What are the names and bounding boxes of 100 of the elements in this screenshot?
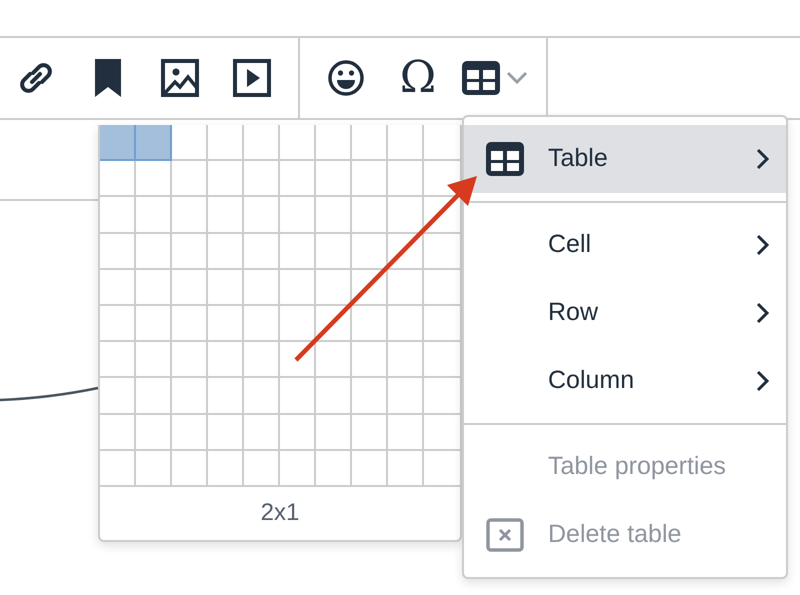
- grid-cell[interactable]: [172, 197, 208, 234]
- grid-cell[interactable]: [244, 234, 280, 270]
- special-character-button[interactable]: Ω: [382, 48, 454, 108]
- grid-cell[interactable]: [424, 306, 460, 342]
- grid-cell[interactable]: [208, 270, 244, 306]
- menu-item[interactable]: Table: [464, 125, 786, 193]
- grid-cell[interactable]: [352, 197, 388, 234]
- grid-cell[interactable]: [136, 161, 172, 198]
- grid-cell[interactable]: [208, 342, 244, 378]
- grid-cell[interactable]: [172, 161, 208, 198]
- grid-cell[interactable]: [172, 125, 208, 162]
- grid-cell[interactable]: [388, 197, 424, 234]
- grid-cell[interactable]: [424, 414, 460, 451]
- grid-cell[interactable]: [208, 306, 244, 342]
- grid-cell[interactable]: [244, 270, 280, 306]
- grid-cell[interactable]: [316, 197, 352, 234]
- menu-item[interactable]: Row: [464, 279, 786, 347]
- grid-cell[interactable]: [388, 342, 424, 378]
- grid-cell[interactable]: [172, 378, 208, 414]
- grid-cell[interactable]: [352, 378, 388, 414]
- grid-cell[interactable]: [136, 306, 172, 342]
- grid-cell[interactable]: [172, 306, 208, 342]
- grid-cell[interactable]: [136, 197, 172, 234]
- grid-cell[interactable]: [244, 414, 280, 451]
- grid-cell[interactable]: [280, 450, 316, 487]
- menu-item[interactable]: Column: [464, 347, 786, 415]
- grid-cell[interactable]: [316, 450, 352, 487]
- grid-cell[interactable]: [388, 306, 424, 342]
- grid-cell[interactable]: [244, 197, 280, 234]
- grid-cell[interactable]: [280, 125, 316, 162]
- grid-cell[interactable]: [280, 161, 316, 198]
- grid-cell[interactable]: [280, 378, 316, 414]
- grid-cell[interactable]: [172, 234, 208, 270]
- grid-cell[interactable]: [280, 342, 316, 378]
- grid-cell[interactable]: [172, 414, 208, 451]
- grid-cell[interactable]: [388, 450, 424, 487]
- grid-cell[interactable]: [244, 161, 280, 198]
- grid-cell[interactable]: [352, 234, 388, 270]
- grid-cell[interactable]: [244, 450, 280, 487]
- grid-cell[interactable]: [244, 378, 280, 414]
- grid-cell[interactable]: [172, 270, 208, 306]
- grid-cell[interactable]: [172, 342, 208, 378]
- grid-cell[interactable]: [424, 125, 460, 162]
- grid-cell[interactable]: [352, 306, 388, 342]
- grid-cell[interactable]: [316, 270, 352, 306]
- grid-cell[interactable]: [424, 161, 460, 198]
- grid-cell[interactable]: [424, 450, 460, 487]
- menu-item[interactable]: Cell: [464, 211, 786, 279]
- grid-cell[interactable]: [424, 378, 460, 414]
- grid-cell[interactable]: [100, 270, 136, 306]
- grid-cell[interactable]: [136, 342, 172, 378]
- grid-cell[interactable]: [424, 270, 460, 306]
- grid-cell[interactable]: [100, 342, 136, 378]
- grid-cell[interactable]: [424, 234, 460, 270]
- grid-cell[interactable]: [388, 378, 424, 414]
- grid-cell[interactable]: [316, 378, 352, 414]
- grid-cell[interactable]: [352, 450, 388, 487]
- grid-cell[interactable]: [100, 161, 136, 198]
- grid-cell[interactable]: [100, 197, 136, 234]
- grid-cell[interactable]: [424, 342, 460, 378]
- grid-cell[interactable]: [388, 125, 424, 162]
- grid-cell[interactable]: [208, 450, 244, 487]
- grid-cell[interactable]: [352, 342, 388, 378]
- grid-cell[interactable]: [316, 414, 352, 451]
- grid-cell[interactable]: [280, 306, 316, 342]
- grid-cell[interactable]: [280, 197, 316, 234]
- grid-cell[interactable]: [316, 161, 352, 198]
- grid-cell[interactable]: [100, 306, 136, 342]
- grid-cell[interactable]: [100, 414, 136, 451]
- grid-cell[interactable]: [316, 234, 352, 270]
- grid-cell[interactable]: [208, 125, 244, 162]
- grid-cell[interactable]: [244, 342, 280, 378]
- grid-cell[interactable]: [352, 125, 388, 162]
- grid-cell[interactable]: [208, 197, 244, 234]
- grid-cell[interactable]: [352, 414, 388, 451]
- grid-cell[interactable]: [136, 270, 172, 306]
- grid-cell[interactable]: [208, 161, 244, 198]
- grid-cell[interactable]: [100, 234, 136, 270]
- grid-cell[interactable]: [100, 378, 136, 414]
- grid-cell[interactable]: [136, 234, 172, 270]
- grid-cell[interactable]: [388, 270, 424, 306]
- grid-cell[interactable]: [244, 306, 280, 342]
- grid-cell[interactable]: [316, 125, 352, 162]
- grid-cell[interactable]: [208, 234, 244, 270]
- grid-cell[interactable]: [100, 125, 136, 162]
- grid-cell[interactable]: [136, 125, 172, 162]
- grid-cell[interactable]: [136, 450, 172, 487]
- grid-cell[interactable]: [280, 270, 316, 306]
- grid-cell[interactable]: [172, 450, 208, 487]
- grid-cell[interactable]: [280, 414, 316, 451]
- grid-cell[interactable]: [136, 378, 172, 414]
- grid-cell[interactable]: [352, 161, 388, 198]
- grid-cell[interactable]: [208, 378, 244, 414]
- grid-cell[interactable]: [388, 414, 424, 451]
- grid-cell[interactable]: [208, 414, 244, 451]
- grid-cell[interactable]: [136, 414, 172, 451]
- grid-cell[interactable]: [244, 125, 280, 162]
- grid-cell[interactable]: [280, 234, 316, 270]
- grid-cell[interactable]: [100, 450, 136, 487]
- grid-cell[interactable]: [388, 161, 424, 198]
